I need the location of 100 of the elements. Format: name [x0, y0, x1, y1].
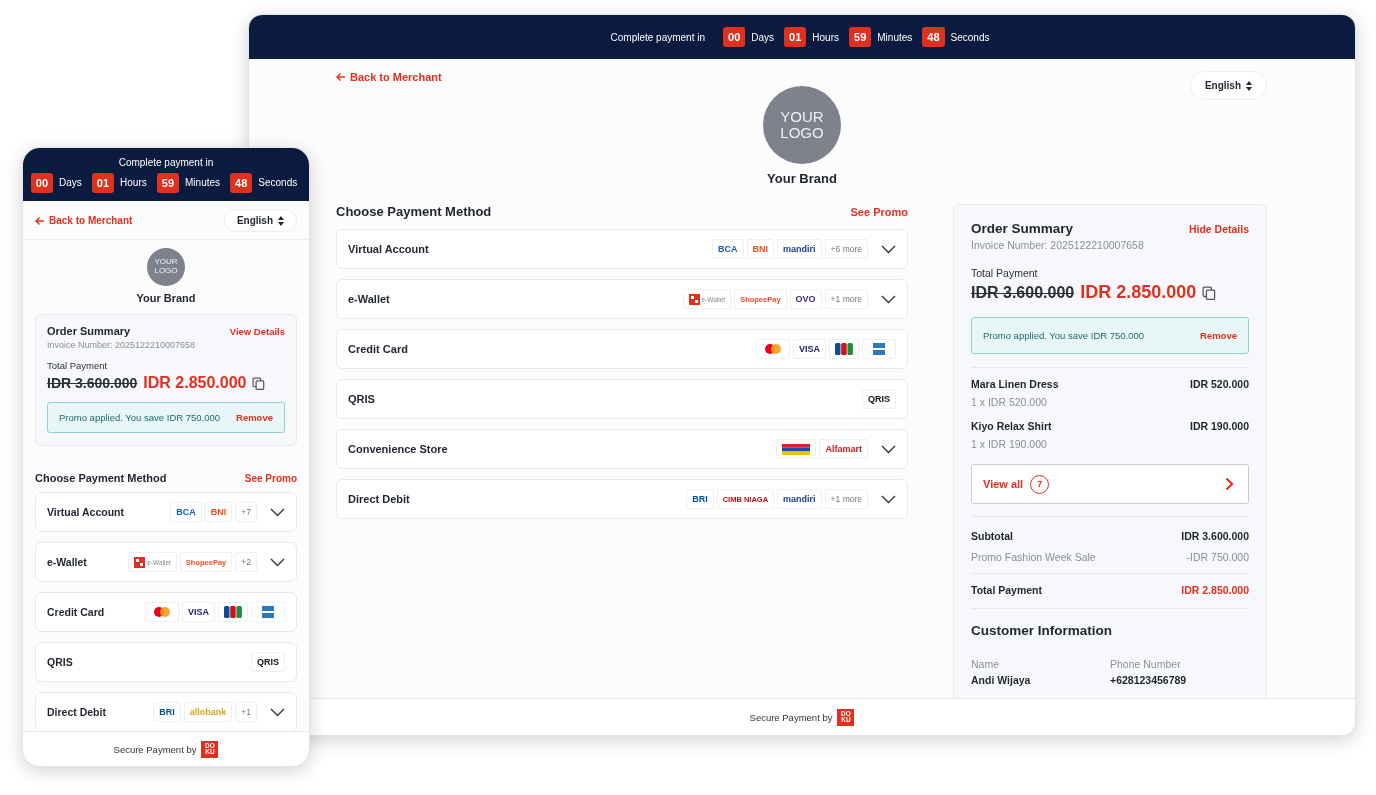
- summary-line-value: IDR 3.600.000: [1181, 530, 1249, 542]
- more-count: +2: [235, 552, 257, 572]
- field-value: Andi Wijaya: [971, 674, 1032, 686]
- summary-line-label: Total Payment: [971, 584, 1042, 596]
- card-logo: [862, 339, 896, 359]
- chevron-down-icon[interactable]: [270, 557, 285, 567]
- summary-line-label: Promo Fashion Week Sale: [971, 551, 1096, 563]
- payment-logo: VISA: [793, 339, 826, 359]
- payment-method-row[interactable]: Credit Card VISA: [35, 592, 297, 632]
- promo-text: Promo applied. You save IDR 750.000: [983, 330, 1145, 341]
- remove-link[interactable]: Remove: [1200, 330, 1237, 341]
- payment-logo: BNI: [204, 502, 233, 522]
- payment-method-row[interactable]: Virtual Account BCA BNI +7: [35, 492, 297, 532]
- summary-line-value: IDR 2.850.000: [1181, 584, 1249, 596]
- section-title: Customer Information: [971, 623, 1113, 638]
- payment-logo: BRI: [686, 489, 714, 509]
- section-title: Choose Payment Method: [35, 472, 167, 484]
- summary-line-label: Subtotal: [971, 530, 1013, 542]
- summary-line-value: -IDR 750.000: [1186, 551, 1249, 563]
- promo-text: Promo applied. You save IDR 750.000: [59, 412, 221, 423]
- more-count: +1: [235, 702, 257, 722]
- card-logo: [756, 339, 790, 359]
- chevron-right-icon: [1225, 477, 1234, 491]
- logo-text: YOUR LOGO: [780, 108, 824, 142]
- more-count: +1 more: [824, 489, 868, 509]
- timer-unit: Hours: [812, 31, 839, 43]
- section-title: Choose Payment Method: [336, 204, 492, 219]
- timer-value: 59: [849, 27, 872, 47]
- timer-unit: Minutes: [877, 31, 913, 43]
- chevron-down-icon[interactable]: [881, 444, 896, 454]
- more-count: +7: [235, 502, 257, 522]
- invoice-number: Invoice Number: 2025122210007658: [47, 340, 197, 350]
- language-select[interactable]: English: [223, 209, 297, 232]
- card-title: Order Summary: [47, 325, 131, 337]
- payment-method-row[interactable]: QRIS QRIS: [336, 379, 908, 419]
- chevron-down-icon[interactable]: [270, 507, 285, 517]
- details-toggle-link[interactable]: View Details: [229, 325, 285, 337]
- payment-method-row[interactable]: QRIS QRIS: [35, 642, 297, 682]
- card-logo: [829, 339, 859, 359]
- item-price: IDR 520.000: [1190, 378, 1249, 390]
- timer-unit: Days: [59, 177, 82, 188]
- chevron-down-icon[interactable]: [881, 294, 896, 304]
- chevron-down-icon[interactable]: [270, 707, 285, 717]
- payment-logo: BNI: [746, 239, 775, 259]
- total-price: IDR 2.850.000: [1080, 282, 1197, 303]
- payment-method-row[interactable]: Credit Card VISA: [336, 329, 908, 369]
- timer-unit: Seconds: [258, 177, 298, 188]
- payment-method-row[interactable]: Direct Debit BRI allobank +1: [35, 692, 297, 731]
- payment-logo: BRI: [153, 702, 181, 722]
- timer-value: 01: [784, 27, 807, 47]
- timer-value: 00: [723, 27, 746, 47]
- payment-method-row[interactable]: Convenience Store Alfamart: [336, 429, 908, 469]
- countdown-label: Complete payment in: [610, 31, 706, 43]
- payment-logo: Alfamart: [819, 439, 868, 459]
- field-value: +628123456789: [1110, 674, 1188, 686]
- timer-value: 59: [156, 172, 179, 193]
- chevron-down-icon[interactable]: [881, 494, 896, 504]
- details-toggle-link[interactable]: Hide Details: [1188, 222, 1249, 235]
- payment-logo: mandiri: [777, 489, 822, 509]
- card-logo: [251, 602, 285, 622]
- payment-logo: BCA: [712, 239, 744, 259]
- countdown-label: Complete payment in: [118, 156, 214, 168]
- see-promo-link[interactable]: See Promo: [244, 472, 297, 484]
- sort-icon: [1246, 80, 1252, 91]
- arrow-left-icon: [336, 72, 346, 82]
- arrow-left-icon: [35, 215, 45, 226]
- remove-link[interactable]: Remove: [236, 412, 273, 423]
- footer-text: Secure Payment by: [749, 711, 833, 723]
- more-count: +6 more: [824, 239, 868, 259]
- timer-value: 48: [230, 172, 253, 193]
- card-title: Order Summary: [971, 221, 1074, 236]
- chevron-down-icon[interactable]: [881, 244, 896, 254]
- more-count: +1 more: [824, 289, 868, 309]
- payment-logo: mandiri: [777, 239, 822, 259]
- view-all-button[interactable]: View all 7: [971, 464, 1249, 504]
- field-label: Name: [971, 658, 1000, 670]
- timer-value: 48: [922, 27, 945, 47]
- timer-unit: Hours: [120, 177, 147, 188]
- timer-value: 01: [91, 172, 115, 193]
- copy-icon[interactable]: [252, 376, 266, 390]
- timer-unit: Days: [751, 31, 775, 43]
- original-price: IDR 3.600.000: [47, 375, 138, 391]
- back-link[interactable]: Back to Merchant: [336, 71, 442, 83]
- footer-text: Secure Payment by: [113, 743, 197, 755]
- brand-name: Your Brand: [136, 292, 196, 304]
- back-link[interactable]: Back to Merchant: [35, 215, 133, 226]
- item-name: Mara Linen Dress: [971, 378, 1059, 390]
- copy-icon[interactable]: [1202, 285, 1217, 300]
- timer-value: 00: [30, 172, 54, 193]
- item-quantity: 1 x IDR 190.000: [971, 438, 1048, 450]
- language-select[interactable]: English: [1189, 71, 1267, 100]
- timer-unit: Seconds: [950, 31, 990, 43]
- payment-method-row[interactable]: Virtual Account BCA BNI mandiri +6 more: [336, 229, 908, 269]
- item-quantity: 1 x IDR 520.000: [971, 396, 1048, 408]
- timer-unit: Minutes: [185, 177, 221, 188]
- total-price: IDR 2.850.000: [143, 374, 247, 392]
- payment-logo: allobank: [183, 702, 233, 722]
- payment-logo: VISA: [182, 602, 215, 622]
- see-promo-link[interactable]: See Promo: [850, 205, 908, 218]
- total-label: Total Payment: [47, 360, 109, 371]
